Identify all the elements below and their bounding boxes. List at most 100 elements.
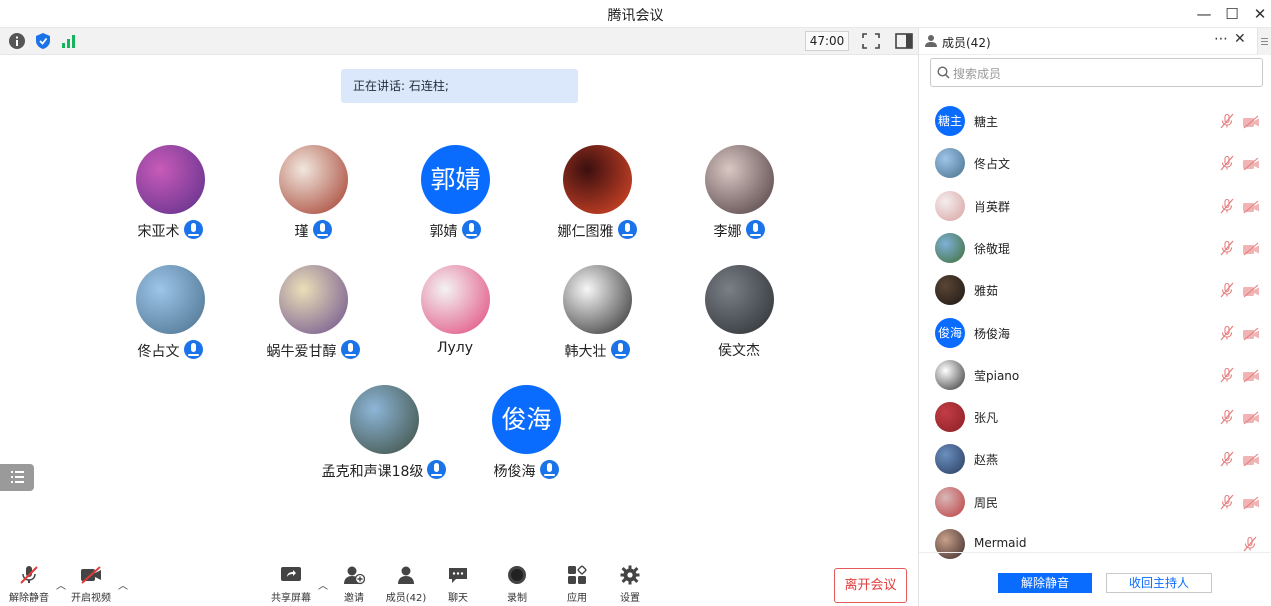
member-name: Mermaid <box>974 536 1027 550</box>
mic-muted-icon[interactable] <box>1219 367 1235 383</box>
camera-off-icon[interactable] <box>1242 368 1260 383</box>
signal-icon[interactable] <box>60 32 78 50</box>
fullscreen-icon[interactable] <box>861 32 881 50</box>
participant-tile[interactable]: 孟克和声课18级 <box>314 385 454 495</box>
member-list-item[interactable]: 周民 <box>919 481 1271 523</box>
side-panel-icon[interactable] <box>894 32 914 50</box>
participant-avatar: 俊海 <box>492 385 561 454</box>
chat-button[interactable]: 聊天 <box>433 565 483 604</box>
maximize-button[interactable]: ☐ <box>1218 3 1246 25</box>
speaking-indicator: 正在讲话: 石连柱; <box>341 69 578 103</box>
camera-off-icon[interactable] <box>1242 199 1260 214</box>
member-search-input[interactable]: 搜索成员 <box>930 58 1263 87</box>
participant-tile[interactable]: 佟占文 <box>100 265 240 375</box>
participant-tile[interactable]: 娜仁图雅 <box>527 145 667 255</box>
video-options-chevron-icon[interactable]: ︿ <box>118 577 128 592</box>
camera-off-icon[interactable] <box>1242 156 1260 171</box>
apps-button[interactable]: 应用 <box>552 565 602 604</box>
list-toggle-button[interactable] <box>0 464 34 491</box>
mic-speaking-icon <box>340 340 360 359</box>
mic-muted-icon[interactable] <box>1219 113 1235 129</box>
member-list-item[interactable]: 莹piano <box>919 354 1271 396</box>
participant-name-row: 蜗牛爱甘醇 <box>243 340 383 361</box>
share-screen-label: 共享屏幕 <box>271 593 311 604</box>
participant-tile[interactable]: Лулу <box>385 265 525 375</box>
control-bar: 解除静音 ︿ 开启视频 ︿ 共享屏幕 ︿ 邀请 成员(42) 聊天 录制 应用 … <box>0 553 918 606</box>
unmute-all-button[interactable]: 解除静音 <box>998 573 1092 593</box>
mic-muted-icon[interactable] <box>1219 198 1235 214</box>
camera-off-icon[interactable] <box>1242 241 1260 256</box>
participant-tile[interactable]: 宋亚术 <box>100 145 240 255</box>
mic-speaking-icon <box>183 220 203 239</box>
meeting-toolbar: 47:00 <box>0 28 918 55</box>
info-icon[interactable] <box>8 32 26 50</box>
app-title: 腾讯会议 <box>607 8 664 24</box>
audio-options-chevron-icon[interactable]: ︿ <box>56 577 66 592</box>
member-avatar <box>935 275 965 306</box>
leave-meeting-button[interactable]: 离开会议 <box>834 568 907 603</box>
mic-muted-icon[interactable] <box>1219 155 1235 171</box>
member-name: 徐敬琨 <box>974 241 1011 256</box>
mic-speaking-icon <box>539 460 559 479</box>
more-options-icon[interactable]: ⋯ <box>1214 31 1228 47</box>
member-list-item[interactable]: 赵燕 <box>919 438 1271 480</box>
share-options-chevron-icon[interactable]: ︿ <box>318 577 328 592</box>
share-screen-button[interactable]: 共享屏幕 <box>266 565 316 604</box>
participant-tile[interactable]: 韩大壮 <box>527 265 667 375</box>
title-bar: 腾讯会议 — ☐ ✕ <box>0 0 1271 28</box>
minimize-button[interactable]: — <box>1190 3 1218 25</box>
invite-button[interactable]: 邀请 <box>329 565 379 604</box>
member-list-item[interactable]: 雅茹 <box>919 269 1271 311</box>
member-list-item[interactable]: 佟占文 <box>919 142 1271 184</box>
reclaim-host-button[interactable]: 收回主持人 <box>1106 573 1212 593</box>
participant-name-row: 杨俊海 <box>456 460 596 481</box>
participant-tile[interactable]: 蜗牛爱甘醇 <box>243 265 383 375</box>
camera-off-icon[interactable] <box>1242 410 1260 425</box>
camera-off-icon[interactable] <box>1242 114 1260 129</box>
search-icon <box>937 66 950 79</box>
mic-muted-icon[interactable] <box>1219 325 1235 341</box>
members-button[interactable]: 成员(42) <box>381 565 431 604</box>
participant-name: 杨俊海 <box>493 464 536 480</box>
mic-speaking-icon <box>312 220 332 239</box>
member-list-item[interactable]: 肖英群 <box>919 185 1271 227</box>
record-label: 录制 <box>507 593 527 604</box>
mic-muted-icon[interactable] <box>1219 494 1235 510</box>
member-avatar <box>935 402 965 433</box>
participant-tile[interactable]: 瑾 <box>243 145 383 255</box>
camera-off-icon[interactable] <box>1242 283 1260 298</box>
apps-label: 应用 <box>567 593 587 604</box>
shield-icon[interactable] <box>34 32 52 50</box>
member-list-item[interactable]: 张凡 <box>919 396 1271 438</box>
mic-muted-icon[interactable] <box>1219 240 1235 256</box>
camera-off-icon[interactable] <box>1242 452 1260 467</box>
participant-avatar <box>563 145 632 214</box>
participant-name: 韩大壮 <box>564 344 607 360</box>
participant-tile[interactable]: 侯文杰 <box>669 265 809 375</box>
participant-tile[interactable]: 俊海 杨俊海 <box>456 385 596 495</box>
start-video-button[interactable]: 开启视频 <box>66 565 116 604</box>
mic-muted-icon[interactable] <box>1242 536 1258 552</box>
participant-name: 郭婧 <box>429 224 458 240</box>
mic-muted-icon[interactable] <box>1219 282 1235 298</box>
member-list-item[interactable]: 俊海 杨俊海 <box>919 312 1271 354</box>
unmute-button[interactable]: 解除静音 <box>4 565 54 604</box>
participant-tile[interactable]: 郭婧 郭婧 <box>385 145 525 255</box>
mic-muted-icon[interactable] <box>1219 451 1235 467</box>
member-list-item[interactable]: 徐敬琨 <box>919 227 1271 269</box>
panel-menu-icon[interactable] <box>1257 28 1271 55</box>
close-button[interactable]: ✕ <box>1246 3 1271 25</box>
close-panel-icon[interactable]: ✕ <box>1234 31 1246 47</box>
participant-name-row: 侯文杰 <box>669 340 809 360</box>
settings-button[interactable]: 设置 <box>605 565 655 604</box>
camera-off-icon[interactable] <box>1242 495 1260 510</box>
participant-name: 宋亚术 <box>137 224 180 240</box>
member-list-item[interactable]: 糖主 糖主 <box>919 100 1271 142</box>
search-placeholder: 搜索成员 <box>953 67 1002 81</box>
camera-off-icon[interactable] <box>1242 326 1260 340</box>
record-button[interactable]: 录制 <box>492 565 542 604</box>
participant-tile[interactable]: 李娜 <box>669 145 809 255</box>
members-panel: 成员(42) ⋯ ✕ 搜索成员 糖主 糖主 佟占文 肖英群 徐敬琨 雅茹 俊海 杨俊海 莹pia… <box>919 28 1271 606</box>
participant-avatar <box>705 145 774 214</box>
mic-muted-icon[interactable] <box>1219 409 1235 425</box>
